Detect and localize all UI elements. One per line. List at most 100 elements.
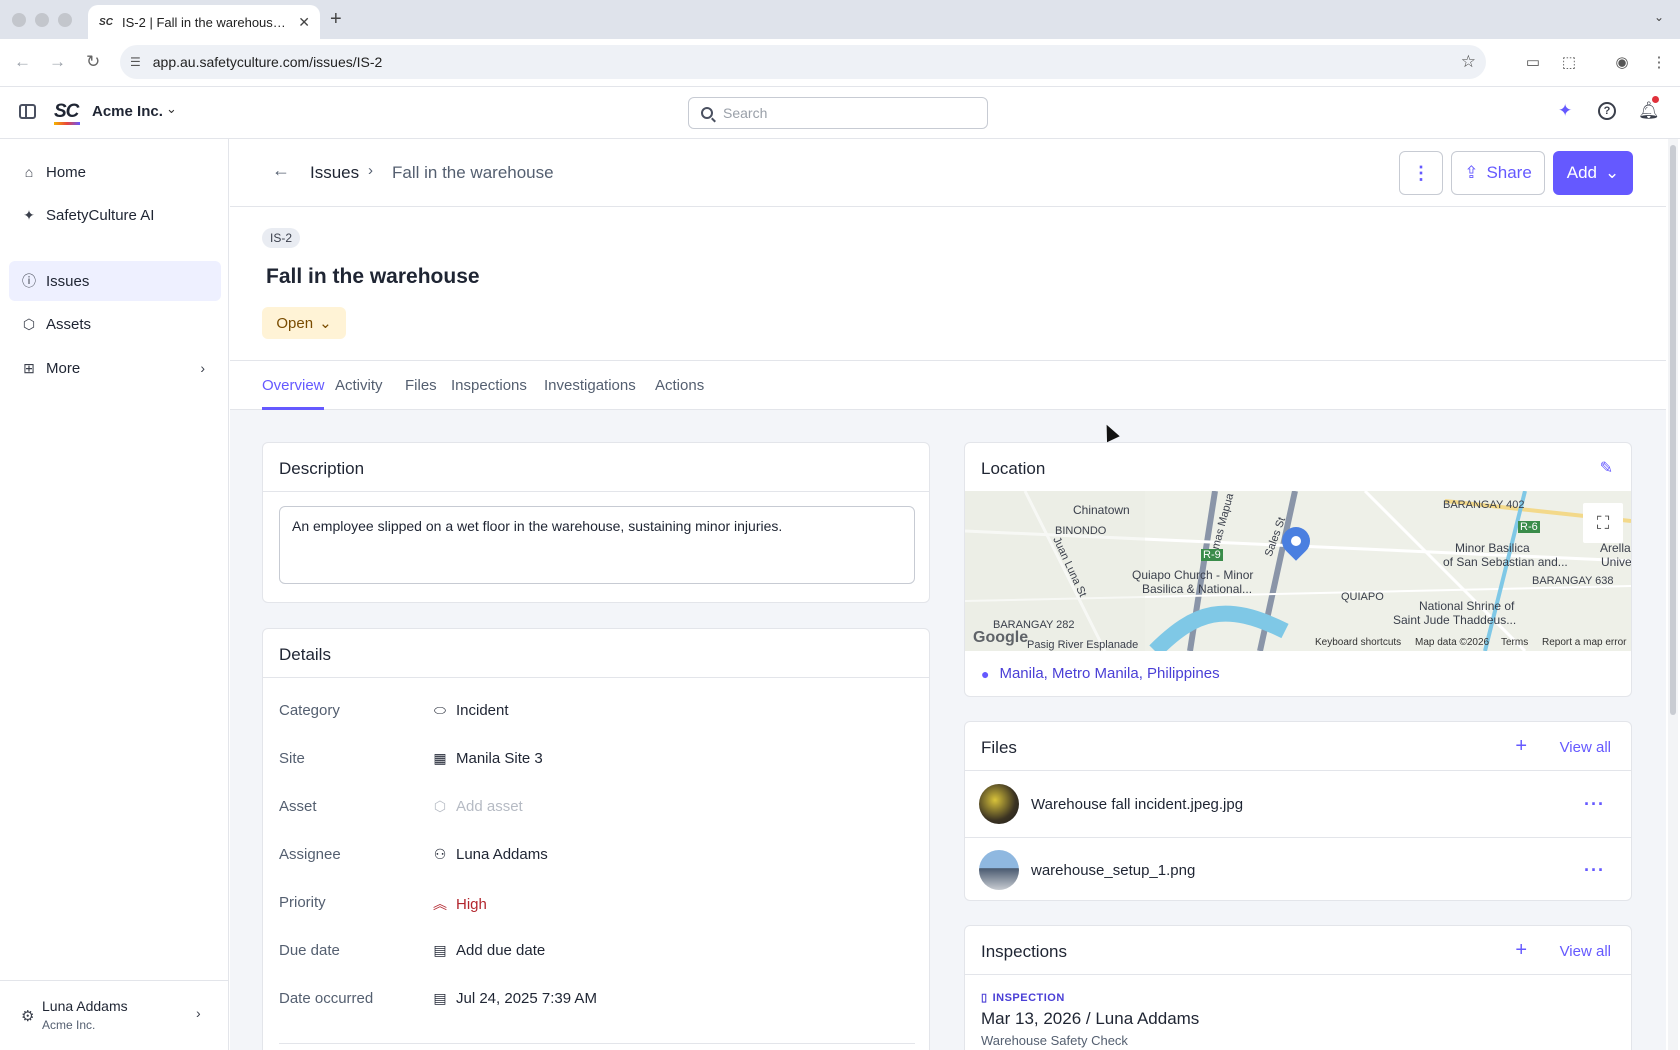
tab-files[interactable]: Files [405, 377, 437, 394]
assignee-field[interactable]: ⚇ Luna Addams [432, 846, 548, 863]
url-field[interactable]: ☰ app.au.safetyculture.com/issues/IS-2 ☆ [120, 45, 1486, 79]
breadcrumb-current: Fall in the warehouse [392, 163, 554, 182]
due-date-field[interactable]: ▤ Add due date [432, 942, 545, 959]
location-map[interactable]: Chinatown BINONDO Juan Luna St Quiapo Ch… [965, 491, 1631, 651]
map-report-error[interactable]: Report a map error [1542, 637, 1626, 648]
profile-icon[interactable]: ◉ [1611, 51, 1633, 73]
map-keyboard-shortcuts[interactable]: Keyboard shortcuts [1315, 637, 1401, 648]
site-settings-icon[interactable]: ☰ [130, 55, 141, 69]
bell-icon[interactable]: 🔔︎ [1638, 101, 1660, 121]
share-label: Share [1486, 163, 1532, 182]
file-row[interactable]: warehouse_setup_1.png ··· [965, 838, 1631, 902]
reload-icon[interactable]: ↻ [86, 52, 100, 72]
more-options-button[interactable]: ⋮ [1399, 151, 1443, 195]
sidebar-item-safetyculture-ai[interactable]: ✦ SafetyCulture AI [9, 195, 221, 235]
inspection-title-link[interactable]: Mar 13, 2026 / Luna Addams [981, 1009, 1199, 1029]
sidebar-item-home[interactable]: ⌂ Home [9, 152, 221, 192]
grid-icon: ⊞ [23, 359, 35, 376]
file-row[interactable]: Warehouse fall incident.jpeg.jpg ··· [965, 772, 1631, 836]
category-field[interactable]: ⬭ Incident [432, 702, 509, 719]
ai-sparkle-icon[interactable]: ✦ [1558, 101, 1572, 121]
back-arrow-icon[interactable]: ← [272, 160, 290, 181]
asset-field[interactable]: ⬡ Add asset [432, 798, 523, 815]
edit-pencil-icon[interactable]: ✎ [1600, 458, 1613, 478]
tab-investigations[interactable]: Investigations [544, 377, 636, 394]
location-heading: Location [981, 459, 1046, 478]
site-field[interactable]: ▦ Manila Site 3 [432, 750, 542, 767]
chevron-right-icon: › [196, 1005, 201, 1021]
status-dropdown[interactable]: Open ⌄ [262, 307, 346, 339]
search-input[interactable]: Search [688, 97, 988, 129]
map-road-badge: R-9 [1201, 549, 1223, 561]
person-icon: ⚇ [433, 846, 447, 862]
date-occurred-field[interactable]: ▤ Jul 24, 2025 7:39 AM [432, 990, 597, 1007]
sidebar-item-label: Home [46, 163, 87, 181]
sidebar-toggle-icon[interactable] [19, 104, 36, 119]
map-label: Arella [1600, 541, 1631, 555]
tab-actions[interactable]: Actions [655, 377, 704, 394]
divider [965, 770, 1631, 771]
detail-value: Incident [456, 702, 509, 719]
sidebar-item-label: More [46, 359, 81, 377]
forward-icon[interactable]: → [49, 52, 66, 72]
sidebar-item-issues[interactable]: ⓘ Issues [9, 261, 221, 301]
sparkle-icon: ✦ [23, 206, 35, 223]
add-inspection-icon[interactable]: + [1515, 939, 1527, 962]
map-label: Minor Basilica [1455, 541, 1530, 555]
inspection-type-label: ▯ INSPECTION [981, 991, 1065, 1005]
breadcrumb-issues[interactable]: Issues [310, 163, 359, 183]
fullscreen-icon[interactable]: ⛶ [1583, 503, 1623, 543]
chevron-right-icon: › [200, 360, 205, 376]
bookmark-star-icon[interactable]: ☆ [1461, 52, 1476, 72]
calendar-icon: ▤ [433, 942, 447, 958]
browser-menu-icon[interactable]: ⋮ [1648, 51, 1670, 73]
user-menu[interactable]: ⚙ Luna Addams Acme Inc. › [0, 980, 229, 1050]
map-label: Basilica & National... [1142, 582, 1253, 596]
tab-inspections[interactable]: Inspections [451, 377, 527, 394]
close-tab-icon[interactable]: ✕ [298, 14, 310, 31]
add-file-icon[interactable]: + [1515, 735, 1527, 758]
app-header: SC Acme Inc. ⌄ Search ✦ ? 🔔︎ [0, 87, 1680, 139]
window-maximize-dot[interactable] [58, 13, 72, 27]
divider [263, 677, 929, 678]
add-button[interactable]: Add ⌄ [1553, 151, 1633, 195]
browser-tab[interactable]: SC IS-2 | Fall in the warehouse | S ✕ [88, 5, 320, 39]
home-icon: ⌂ [24, 164, 34, 180]
tab-title: IS-2 | Fall in the warehouse | S [122, 14, 291, 30]
sidebar-item-more[interactable]: ⊞ More › [9, 348, 221, 388]
location-address: Manila, Metro Manila, Philippines [999, 665, 1220, 682]
chevron-down-icon[interactable]: ⌄ [166, 101, 177, 117]
files-view-all-link[interactable]: View all [1560, 739, 1611, 756]
divider [279, 1043, 915, 1044]
help-icon[interactable]: ? [1598, 102, 1616, 120]
map-terms[interactable]: Terms [1501, 637, 1528, 648]
description-card: Description An employee slipped on a wet… [262, 442, 930, 603]
inspections-view-all-link[interactable]: View all [1560, 943, 1611, 960]
page-scrollbar[interactable] [1668, 139, 1678, 1050]
scrollbar-thumb[interactable] [1670, 145, 1676, 715]
window-minimize-dot[interactable] [35, 13, 49, 27]
detail-value: High [456, 895, 487, 913]
cube-icon: ⬡ [22, 315, 36, 332]
more-horizontal-icon[interactable]: ··· [1584, 794, 1605, 815]
location-address-link[interactable]: ● Manila, Metro Manila, Philippines [981, 665, 1220, 682]
tab-search-icon[interactable]: ⌄ [1654, 10, 1664, 24]
page-title[interactable]: Fall in the warehouse [266, 265, 480, 289]
tab-overview[interactable]: Overview [262, 377, 325, 394]
back-icon[interactable]: ← [14, 52, 31, 72]
window-close-dot[interactable] [12, 13, 26, 27]
new-tab-icon[interactable]: + [330, 8, 342, 31]
sidebar-item-assets[interactable]: ⬡ Assets [9, 304, 221, 344]
main-content: ← Issues › Fall in the warehouse ⋮ ⇪ Sha… [230, 139, 1666, 1050]
detail-value: Luna Addams [456, 846, 548, 863]
extensions-icon[interactable]: ⬚ [1558, 51, 1580, 73]
cast-icon[interactable]: ▭ [1522, 51, 1544, 73]
description-textarea[interactable]: An employee slipped on a wet floor in th… [279, 506, 915, 584]
share-button[interactable]: ⇪ Share [1451, 151, 1545, 195]
org-switcher[interactable]: Acme Inc. [92, 103, 163, 120]
detail-label: Assignee [279, 846, 341, 863]
more-horizontal-icon[interactable]: ··· [1584, 860, 1605, 881]
tab-activity[interactable]: Activity [335, 377, 383, 394]
detail-label: Site [279, 750, 305, 767]
priority-field[interactable]: ︽ High [432, 894, 487, 914]
